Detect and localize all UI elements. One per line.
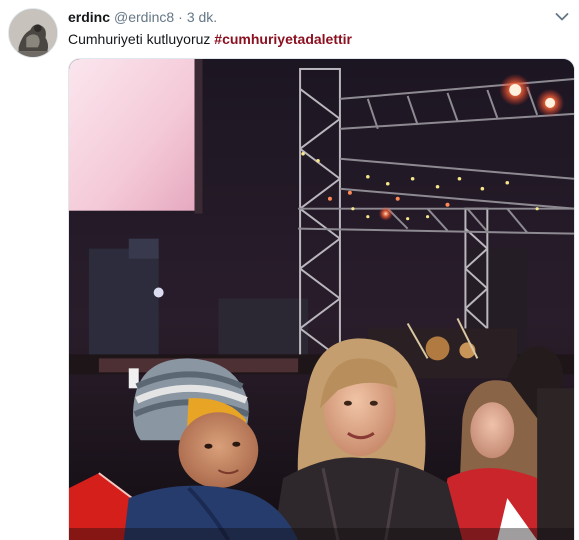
tweet-text-body: Cumhuriyeti kutluyoruz <box>68 31 211 47</box>
avatar-image <box>9 9 57 57</box>
hashtag-link[interactable]: #cumhuriyetadalettir <box>214 31 352 47</box>
tweet-header: erdinc @erdinc8 · 3 dk. <box>68 9 217 27</box>
tweet-text: Cumhuriyeti kutluyoruz #cumhuriyetadalet… <box>68 30 352 48</box>
timestamp[interactable]: 3 dk. <box>187 9 217 25</box>
concert-selfie-photo <box>69 59 574 540</box>
separator-dot: · <box>178 9 183 25</box>
avatar[interactable] <box>8 8 58 58</box>
user-handle[interactable]: @erdinc8 <box>114 9 174 25</box>
display-name[interactable]: erdinc <box>68 9 110 25</box>
tweet-card[interactable]: erdinc @erdinc8 · 3 dk. Cumhuriyeti kutl… <box>0 0 579 540</box>
tweet-photo[interactable] <box>68 58 575 540</box>
chevron-down-icon[interactable] <box>555 12 569 22</box>
